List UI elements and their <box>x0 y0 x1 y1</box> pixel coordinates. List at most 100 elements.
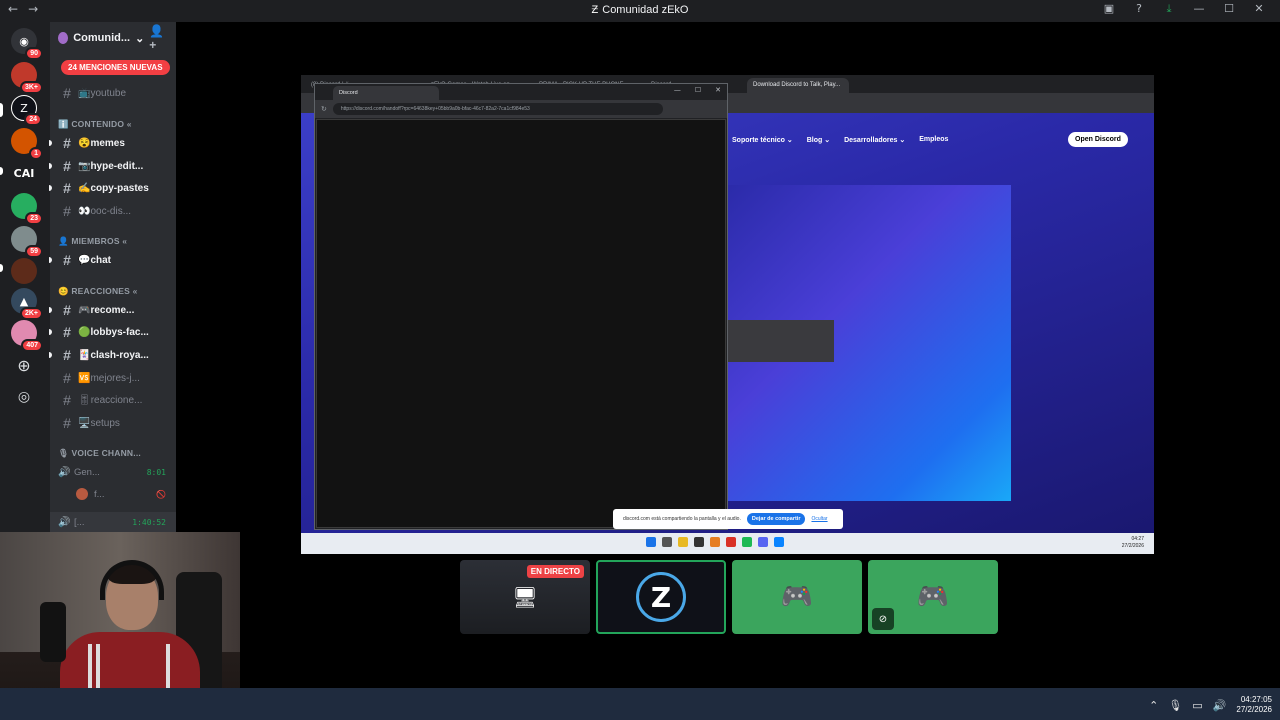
category-voice[interactable]: 🎙 VOICE CHANN... <box>58 448 141 459</box>
selected-server-pill <box>0 103 3 117</box>
channel-mejores[interactable]: # 🆚mejores-j... <box>50 368 176 388</box>
popup-content <box>316 119 726 528</box>
mic-icon[interactable]: 🎙 <box>1168 699 1182 712</box>
channel-chat[interactable]: # 💬chat <box>49 250 176 270</box>
invite-icon[interactable]: 👤+ <box>149 24 168 52</box>
category-contenido[interactable]: ℹ️ CONTENIDO « <box>58 119 132 130</box>
screen-share-icon[interactable]: ▣ <box>1094 2 1124 16</box>
channel-copy-pastes[interactable]: # ✍️copy-pastes <box>49 178 176 198</box>
voice-timer: 8:01 <box>146 467 166 477</box>
nav-support: Soporte técnico ⌄ <box>732 137 793 144</box>
volume-icon[interactable]: 🔊 <box>1213 699 1227 712</box>
unread-pill <box>0 264 3 272</box>
live-badge: EN DIRECTO <box>526 565 584 578</box>
server-badge: 407 <box>21 339 43 352</box>
muted-icon: 🚫 <box>156 489 166 499</box>
tile-participant[interactable]: 🎮 ⊘ <box>868 560 998 634</box>
start-icon <box>646 537 656 547</box>
site-nav: Soporte técnico ⌄ Blog ⌄ Desarrolladores… <box>732 136 948 144</box>
overlay-block <box>726 320 834 362</box>
hash-icon: # <box>63 158 71 174</box>
server-badge: 3K+ <box>19 81 43 94</box>
server-item[interactable]: ▲ 2K+ <box>11 288 43 320</box>
window-title: Ƶ Comunidad zEkO <box>591 4 689 16</box>
voice-channel-live[interactable]: 🔊 [... 1:40:52 <box>50 512 176 532</box>
server-badge: 23 <box>25 212 43 225</box>
mentions-badge[interactable]: 24 MENCIONES NUEVAS <box>61 60 170 75</box>
server-zeko[interactable]: Z 24 <box>11 95 42 126</box>
channel-youtube[interactable]: # 📺youtube <box>50 83 176 103</box>
server-item[interactable]: 407 <box>11 320 43 352</box>
hash-icon: # <box>63 302 71 318</box>
server-item[interactable]: 59 <box>11 226 43 258</box>
channel-lobbys[interactable]: # 🟢lobbys-fac... <box>49 322 176 342</box>
channel-memes[interactable]: # 😵memes <box>49 133 176 153</box>
popup-browser-window: Discord — ☐ ✕ ↻ https://discord.com/handof… <box>314 83 728 530</box>
nav-developers: Desarrolladores ⌄ <box>844 137 906 144</box>
unread-pill <box>49 163 52 169</box>
channel-hype-edit[interactable]: # 📷hype-edit... <box>49 156 176 176</box>
speaker-icon: 🔊 <box>58 516 71 528</box>
display-icon[interactable]: ▭ <box>1192 699 1202 712</box>
nav-careers: Empleos <box>919 136 949 143</box>
window-controls: ▣ ? ⤓ — ☐ ✕ <box>1094 2 1274 16</box>
channel-setups[interactable]: # 🖥️setups <box>50 413 176 433</box>
channel-reacciones[interactable]: # 🎚reaccione... <box>50 390 176 410</box>
add-server-icon[interactable]: ⊕ <box>11 352 37 378</box>
system-tray: ⌃ 🎙 ▭ 🔊 04:27:05 27/2/2026 <box>1149 695 1272 715</box>
zeko-icon: Z <box>20 101 28 115</box>
channel-clash[interactable]: # 🃏clash-roya... <box>49 345 176 365</box>
maximize-button[interactable]: ☐ <box>1214 2 1244 16</box>
server-item[interactable]: 3K+ <box>11 62 43 94</box>
server-item[interactable]: 1 <box>11 128 43 160</box>
spotify-icon <box>742 537 752 547</box>
streamed-windows-taskbar: 04:27 27/2/2026 <box>301 533 1154 554</box>
unread-pill <box>49 140 52 146</box>
server-item[interactable]: 23 <box>11 193 43 225</box>
server-item[interactable] <box>11 258 37 284</box>
unread-pill <box>49 307 52 313</box>
server-cai[interactable]: CAI <box>11 160 37 186</box>
help-icon[interactable]: ? <box>1124 2 1154 16</box>
channel-recome[interactable]: # 🎮recome... <box>49 300 176 320</box>
voice-user[interactable]: f... 🚫 <box>50 484 176 504</box>
screen-share-stream[interactable]: (8) Discord | #... zEkO Games - Watch Li… <box>301 75 1154 554</box>
server-home[interactable]: ◉ 90 <box>11 28 43 60</box>
popup-address-bar: ↻ https://discord.com/handoff?rpc=64638k… <box>315 100 727 118</box>
unread-pill <box>49 329 52 335</box>
unread-pill <box>49 352 52 358</box>
avatar <box>76 488 88 500</box>
tile-zeko[interactable]: Z <box>596 560 726 634</box>
triangle-icon: ▲ <box>19 294 29 308</box>
minimize-button[interactable]: — <box>1184 2 1214 16</box>
channel-ooc[interactable]: # 👀ooc-dis... <box>50 201 176 221</box>
download-icon[interactable]: ⤓ <box>1154 2 1184 16</box>
close-button[interactable]: ✕ <box>1244 2 1274 16</box>
taskbar-clock[interactable]: 04:27:05 27/2/2026 <box>1236 695 1272 715</box>
explore-icon[interactable]: ◎ <box>11 384 37 410</box>
hash-icon: # <box>63 370 71 386</box>
windows-taskbar: ⌃ 🎙 ▭ 🔊 04:27:05 27/2/2026 <box>0 688 1280 720</box>
guild-header[interactable]: Comunid... ⌄ 👤+ <box>50 22 176 54</box>
hash-icon: # <box>63 392 71 408</box>
taskbar-apps <box>646 537 784 547</box>
voice-timer: 1:40:52 <box>132 517 166 527</box>
maximize-icon: ☐ <box>694 86 702 94</box>
tile-participant[interactable]: 🎮 <box>732 560 862 634</box>
discord-icon <box>758 537 768 547</box>
hash-icon: # <box>63 203 71 219</box>
chevron-up-icon[interactable]: ⌃ <box>1149 699 1158 712</box>
reload-icon: ↻ <box>321 105 327 113</box>
discord-logo-icon: 🎮 <box>780 582 814 612</box>
hide-link: Ocultar <box>811 516 828 522</box>
speaker-icon: 🔊 <box>58 466 71 478</box>
open-discord-button: Open Discord <box>1068 132 1128 147</box>
minimize-icon: — <box>673 86 681 94</box>
hash-icon: # <box>63 347 71 363</box>
search-icon <box>662 537 672 547</box>
category-miembros[interactable]: 👤 MIEMBROS « <box>58 236 127 247</box>
tile-screen-share[interactable]: EN DIRECTO 🖥 <box>460 560 590 634</box>
category-reacciones[interactable]: 😊 REACCIONES « <box>58 286 138 297</box>
voice-channel-general[interactable]: 🔊 Gen... 8:01 <box>50 462 176 482</box>
popup-tabbar: Discord — ☐ ✕ <box>315 84 727 100</box>
